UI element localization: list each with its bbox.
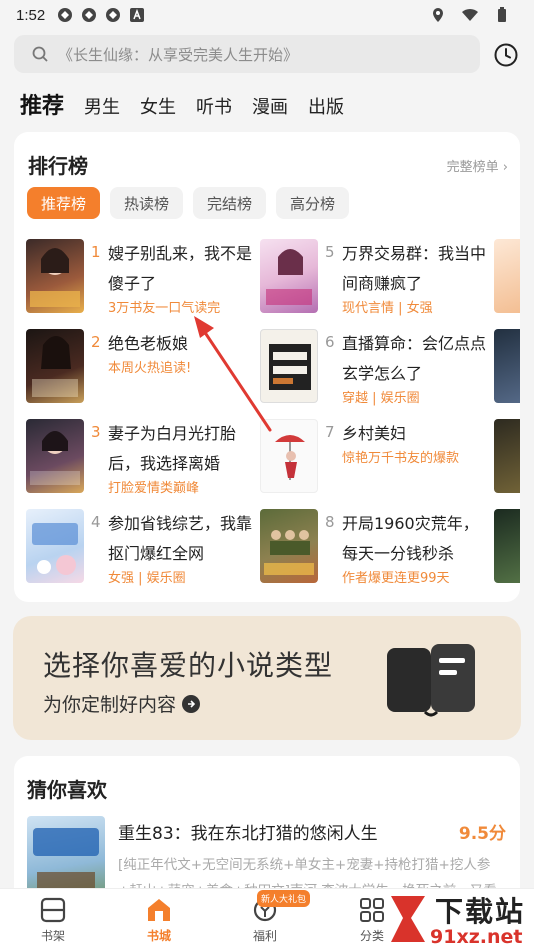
book-title: 直播算命：会亿点点玄学怎么了 <box>342 334 487 383</box>
guess-title: 猜你喜欢 <box>27 778 107 802</box>
battery-icon <box>498 7 506 22</box>
ranking-book[interactable]: 6 直播算命：会亿点点玄学怎么了 穿越 | 娱乐圈 <box>260 327 495 407</box>
book-cover-partial[interactable] <box>494 419 520 493</box>
book-icon <box>387 644 475 717</box>
book-cover-partial[interactable] <box>494 329 520 403</box>
book-title[interactable]: 重生83：我在东北打猎的悠闲人生 <box>118 819 378 844</box>
tab-publishing[interactable]: 出版 <box>308 93 344 119</box>
tab-bookshelf[interactable]: 书架 <box>23 897 83 944</box>
book-cover <box>26 509 84 583</box>
search-bar[interactable]: 《长生仙缘：从享受完美人生开始》 <box>14 35 480 73</box>
status-bar: 1:52 <box>0 0 534 30</box>
tab-audiobook[interactable]: 听书 <box>196 93 232 119</box>
store-icon <box>148 899 170 921</box>
rank-number: 2 <box>91 333 101 351</box>
tab-benefits-label: 福利 <box>252 929 277 943</box>
chip-completed[interactable]: 完结榜 <box>193 187 267 219</box>
tab-male[interactable]: 男生 <box>84 93 120 119</box>
watermark-url: 91xz.net <box>430 926 523 948</box>
book-title: 开局1960灾荒年，每天一分钱秒杀 <box>342 514 479 563</box>
tab-category-label: 分类 <box>359 929 384 943</box>
chevron-right-icon: › <box>502 160 508 175</box>
tab-bookstore[interactable]: 书城 <box>129 897 189 944</box>
rank-number: 6 <box>325 333 335 351</box>
watermark-text: 下载站 <box>435 895 526 928</box>
tab-female[interactable]: 女生 <box>140 93 176 119</box>
app-notification-icon <box>106 8 121 22</box>
new-user-gift-badge: 新人大礼包 <box>257 890 311 907</box>
banner-subtitle-row: 为你定制好内容 <box>43 690 201 717</box>
book-cover <box>260 509 318 583</box>
rank-number: 3 <box>91 423 101 441</box>
chip-hot[interactable]: 热读榜 <box>110 187 184 219</box>
book-title: 乡村美妇 <box>342 424 407 443</box>
full-ranking-link[interactable]: 完整榜单 › <box>447 156 508 175</box>
ranking-title: 排行榜 <box>28 154 88 178</box>
arrow-right-icon <box>182 694 201 713</box>
rank-number: 5 <box>325 243 335 261</box>
genre-select-banner[interactable]: 选择你喜爱的小说类型 为你定制好内容 <box>13 616 521 740</box>
app-notification-icon <box>82 8 97 22</box>
history-clock-icon[interactable] <box>493 42 519 68</box>
full-ranking-label: 完整榜单 <box>446 160 499 175</box>
book-cover <box>26 419 84 493</box>
wifi-icon <box>462 8 478 21</box>
rank-number: 1 <box>91 243 101 261</box>
tab-bookshelf-label: 书架 <box>40 929 65 943</box>
ranking-book[interactable]: 7 乡村美妇 惊艳万千书友的爆款 <box>260 417 495 497</box>
status-time: 1:52 <box>16 6 46 24</box>
book-cover-partial[interactable] <box>494 509 520 583</box>
top-nav: 推荐 男生 女生 听书 漫画 出版 <box>20 88 344 120</box>
book-tagline: 穿越 | 娱乐圈 <box>342 391 420 406</box>
rank-number: 8 <box>325 513 335 531</box>
tab-recommend[interactable]: 推荐 <box>20 88 64 120</box>
book-tagline: 本周火热追读! <box>108 361 192 376</box>
book-title: 参加省钱综艺，我靠抠门爆红全网 <box>108 514 253 563</box>
search-icon <box>32 46 48 62</box>
app-notification-icon <box>58 8 73 22</box>
tab-comics[interactable]: 漫画 <box>252 93 288 119</box>
book-cover <box>26 329 84 403</box>
book-tagline: 打脸爱情类巅峰 <box>108 481 200 496</box>
ranking-book[interactable]: 5 万界交易群：我当中间商赚疯了 现代言情 | 女强 <box>260 237 495 317</box>
a-notification-icon <box>130 8 145 22</box>
book-title: 嫂子别乱来，我不是傻子了 <box>108 244 253 293</box>
chip-recommend[interactable]: 推荐榜 <box>27 187 101 219</box>
annotation-arrow <box>194 316 272 432</box>
book-tagline: 现代言情 | 女强 <box>342 301 433 316</box>
rank-number: 7 <box>325 423 335 441</box>
search-placeholder: 《长生仙缘：从享受完美人生开始》 <box>58 45 299 64</box>
grid-icon <box>360 898 384 922</box>
banner-title: 选择你喜爱的小说类型 <box>43 649 334 682</box>
book-title: 万界交易群：我当中间商赚疯了 <box>342 244 487 293</box>
rank-number: 4 <box>91 513 101 531</box>
tab-bookstore-label: 书城 <box>146 929 171 943</box>
book-tagline: 女强 | 娱乐圈 <box>108 571 186 586</box>
book-cover <box>26 239 84 313</box>
location-icon <box>433 8 443 22</box>
book-tagline: 惊艳万千书友的爆款 <box>342 451 460 466</box>
book-cover-partial[interactable] <box>494 239 520 313</box>
ranking-tabs: 推荐榜 热读榜 完结榜 高分榜 <box>27 187 350 219</box>
book-score: 9.5分 <box>458 824 506 844</box>
banner-subtitle: 为你定制好内容 <box>43 694 177 716</box>
bookshelf-icon <box>40 897 66 923</box>
book-tagline: 作者爆更连更99天 <box>342 571 450 586</box>
ranking-book[interactable]: 4 参加省钱综艺，我靠抠门爆红全网 女强 | 娱乐圈 <box>26 507 261 587</box>
chip-high-score[interactable]: 高分榜 <box>276 187 350 219</box>
ranking-book[interactable]: 8 开局1960灾荒年，每天一分钱秒杀 作者爆更连更99天 <box>260 507 495 587</box>
